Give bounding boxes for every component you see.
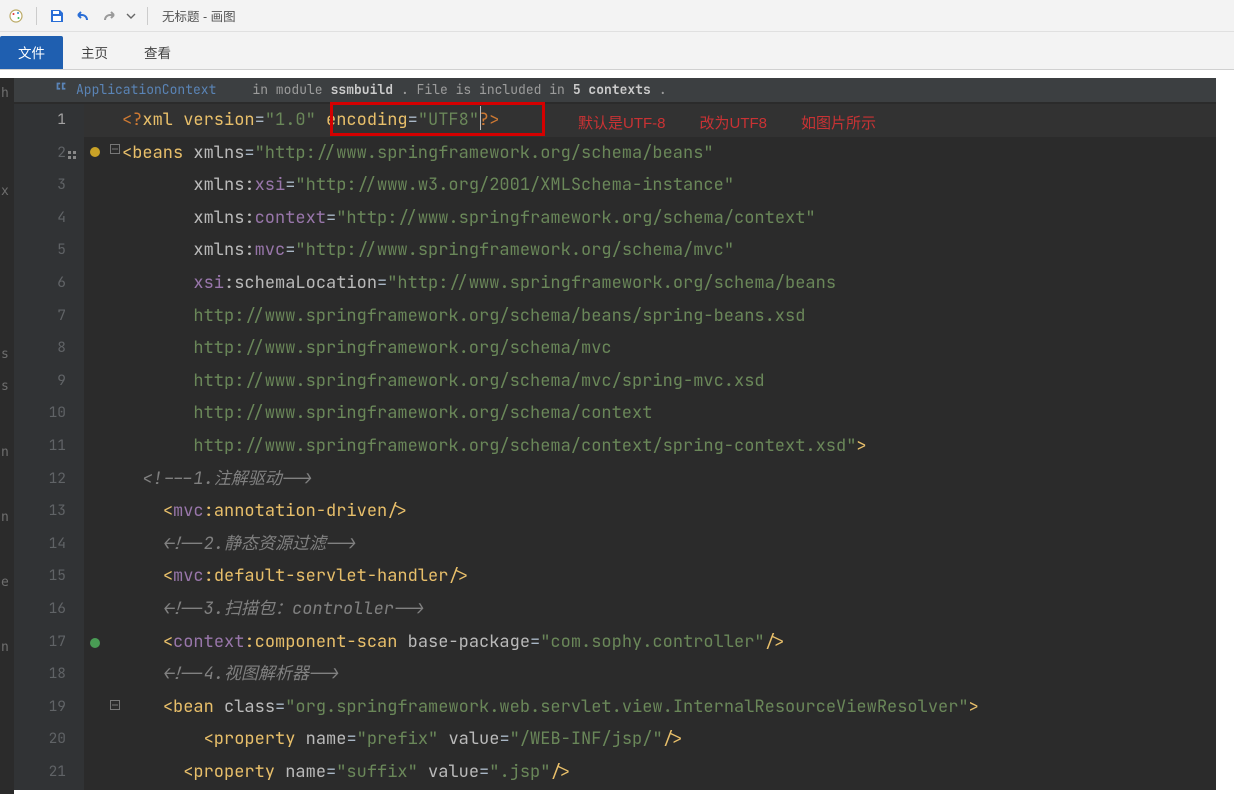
fold-minus-icon[interactable] <box>110 700 120 710</box>
breadcrumb-tail: . <box>659 74 667 107</box>
code-editor[interactable]: <?xml version="1.0" encoding="UTF8"?><be… <box>122 104 1216 790</box>
annotation-3: 如图片所示 <box>801 108 876 141</box>
redo-icon[interactable] <box>99 6 119 26</box>
save-icon[interactable] <box>47 6 67 26</box>
annotation-2: 改为UTF8 <box>700 108 768 141</box>
code-line[interactable]: <bean class="org.springframework.web.ser… <box>122 691 1216 724</box>
context-icon <box>54 74 68 107</box>
code-line[interactable]: <mvc:default-servlet-handler/> <box>122 560 1216 593</box>
code-line[interactable]: http://www.springframework.org/schema/mv… <box>122 332 1216 365</box>
code-line[interactable]: http://www.springframework.org/schema/mv… <box>122 365 1216 398</box>
fold-column <box>110 140 120 790</box>
code-line[interactable]: <!--4.视图解析器--> <box>122 658 1216 691</box>
code-line[interactable]: http://www.springframework.org/schema/co… <box>122 430 1216 463</box>
paint-logo-icon <box>6 6 26 26</box>
structure-icon[interactable] <box>66 142 78 175</box>
code-line[interactable]: <!---1.注解驱动--> <box>122 463 1216 496</box>
code-line[interactable]: <!--2.静态资源过滤--> <box>122 528 1216 561</box>
mspaint-title-bar: 无标题 - 画图 <box>0 0 1234 32</box>
code-line[interactable]: <beans xmlns="http://www.springframework… <box>122 137 1216 170</box>
annotation-row: 默认是UTF-8 改为UTF8 如图片所示 <box>578 108 876 141</box>
editor-canvas: ApplicationContext in module ssmbuild . … <box>14 78 1216 790</box>
ribbon-tabs: 文件 主页 查看 <box>0 32 1234 70</box>
ribbon-tab-file[interactable]: 文件 <box>0 36 63 69</box>
code-line[interactable]: <!--3.扫描包：controller--> <box>122 593 1216 626</box>
breadcrumb-context[interactable]: ApplicationContext <box>76 74 216 107</box>
line-number-gutter: 123456789101112131415161718192021 <box>14 104 84 790</box>
breadcrumb-bar: ApplicationContext in module ssmbuild . … <box>14 78 1216 102</box>
code-line[interactable]: xsi:schemaLocation="http://www.springfra… <box>122 267 1216 300</box>
left-fragment: h x ss n n e n <box>0 78 14 794</box>
breadcrumb-contexts[interactable]: 5 contexts <box>573 74 651 107</box>
breadcrumb-module-pre: in module <box>252 74 322 107</box>
warning-icon[interactable] <box>88 140 102 173</box>
undo-icon[interactable] <box>73 6 93 26</box>
code-line[interactable]: <mvc:annotation-driven/> <box>122 495 1216 528</box>
qat-dropdown-icon[interactable] <box>125 6 137 26</box>
ribbon-tab-home[interactable]: 主页 <box>63 32 126 69</box>
highlight-box <box>330 102 545 136</box>
bean-icon[interactable] <box>88 631 102 664</box>
fold-minus-icon[interactable] <box>110 144 120 154</box>
code-line[interactable]: http://www.springframework.org/schema/co… <box>122 397 1216 430</box>
window-title: 无标题 - 画图 <box>162 6 236 25</box>
code-line[interactable]: <property name="suffix" value=".jsp"/> <box>122 756 1216 789</box>
code-line[interactable]: <context:component-scan base-package="co… <box>122 626 1216 659</box>
code-line[interactable]: xmlns:xsi="http://www.w3.org/2001/XMLSch… <box>122 169 1216 202</box>
code-line[interactable]: http://www.springframework.org/schema/be… <box>122 300 1216 333</box>
text-caret <box>480 106 481 130</box>
code-line[interactable]: xmlns:context="http://www.springframewor… <box>122 202 1216 235</box>
annotation-1: 默认是UTF-8 <box>578 108 666 141</box>
code-line[interactable]: xmlns:mvc="http://www.springframework.or… <box>122 234 1216 267</box>
ribbon-tab-view[interactable]: 查看 <box>126 32 189 69</box>
code-line[interactable]: <property name="prefix" value="/WEB-INF/… <box>122 723 1216 756</box>
